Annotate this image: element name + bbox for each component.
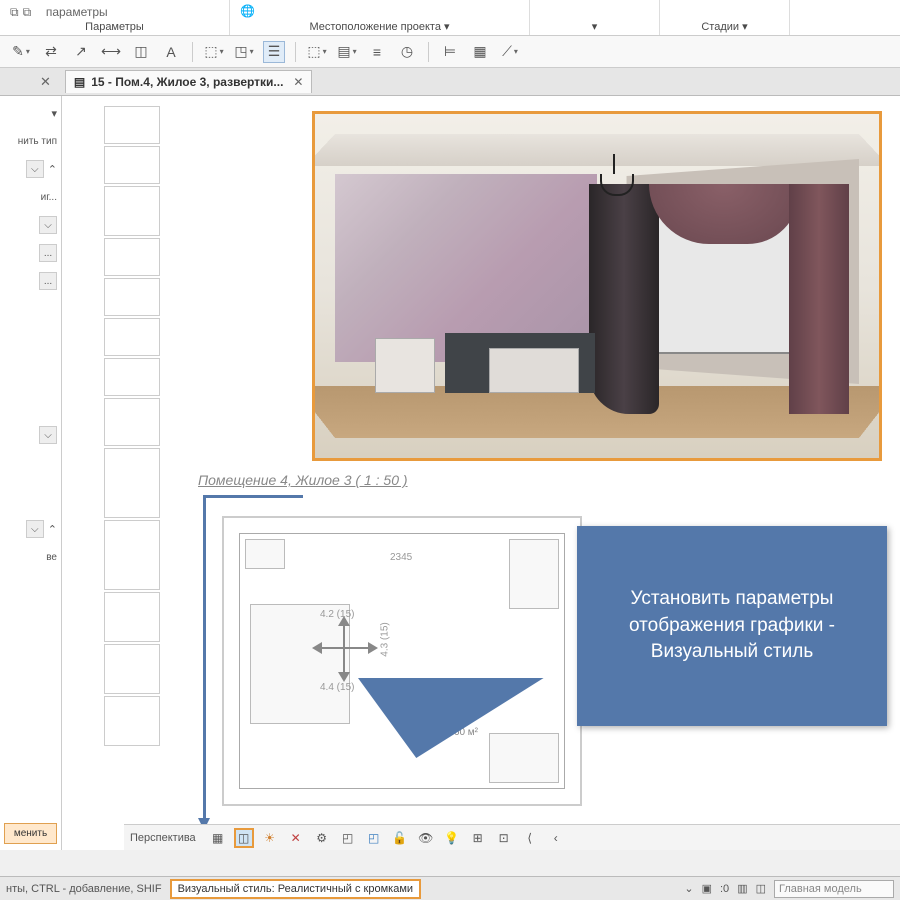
shadows-icon[interactable]: ✕ (286, 828, 306, 848)
ribbon-group-parameters: ⧉ ⧉ параметры Параметры (0, 0, 230, 35)
align-icon[interactable]: ⊨ (439, 41, 461, 63)
crop-region-icon[interactable]: ◰ (364, 828, 384, 848)
dim-2: 4.3 (15) (380, 622, 391, 656)
ribbon-label-location: Местоположение проекта ▾ (240, 18, 519, 33)
dim-1: 4.2 (15) (320, 609, 354, 620)
sheet-icon: ▤ (74, 75, 85, 89)
dropdown-arrow-icon[interactable]: ⌄ (684, 882, 693, 895)
ribbon-subtext: параметры (46, 5, 108, 19)
render-settings-icon[interactable]: ⚙ (312, 828, 332, 848)
expand-btn-2[interactable]: ⌵ (39, 216, 57, 234)
sun-path-icon[interactable]: ☀ (260, 828, 280, 848)
ribbon-group-location: 🌐 Местоположение проекта ▾ (230, 0, 530, 35)
document-tabs: ✕ ▤ 15 - Пом.4, Жилое 3, развертки... ✕ (0, 68, 900, 96)
active-tab[interactable]: ▤ 15 - Пом.4, Жилое 3, развертки... ✕ (65, 70, 313, 93)
modify-icon[interactable]: ✎ (10, 41, 32, 63)
apply-button[interactable]: менить (4, 823, 57, 844)
properties-icon[interactable]: ☰ (263, 41, 285, 63)
paste-icon[interactable]: ⧉ (23, 5, 32, 20)
expand-btn-3[interactable]: ... (39, 244, 57, 262)
temp-hide-icon[interactable]: 👁 (416, 828, 436, 848)
model-group-icon[interactable]: ◫ (756, 882, 766, 895)
crop-icon[interactable]: ◰ (338, 828, 358, 848)
quick-toolbar: ✎ ⇄ ↗ ⟷ ◫ A ⬚ ◳ ☰ ⬚ ▤ ≡ ◷ ⊨ ▦ ⟋ (0, 36, 900, 68)
reveal-icon[interactable]: 💡 (442, 828, 462, 848)
filter-status-icon[interactable]: ▥ (737, 882, 747, 895)
copy-icon[interactable]: ⧉ (10, 5, 19, 20)
status-bar: нты, CTRL - добавление, SHIF Визуальный … (0, 876, 900, 900)
workspace: ▾ нить тип ⌵⌃ иг... ⌵ ... ... ⌵ ⌵⌃ ве ме… (0, 96, 900, 850)
chain-icon[interactable]: ⇄ (40, 41, 62, 63)
panel-dropdown[interactable]: ▾ (4, 102, 57, 124)
view-caption: Помещение 4, Жилое 3 ( 1 : 50 ) (198, 472, 408, 488)
show-hidden-icon[interactable]: ◷ (396, 41, 418, 63)
config-row[interactable]: иг... (4, 186, 57, 208)
edit-type-link[interactable]: нить тип (4, 130, 57, 152)
dimension-icon[interactable]: ⟷ (100, 41, 122, 63)
text-icon[interactable]: A (160, 41, 182, 63)
ribbon-group-phases: Стадии ▾ (660, 0, 790, 35)
ribbon-label-phases: Стадии ▾ (670, 18, 779, 33)
annotation-callout: Установить параметры отображения графики… (577, 526, 887, 726)
callout-text: Установить параметры отображения графики… (597, 586, 867, 666)
annotation-arrow-h (203, 495, 303, 498)
select-icon[interactable]: ⬚ (306, 41, 328, 63)
scroll-left-icon[interactable]: ‹ (546, 828, 566, 848)
expand-btn-1[interactable]: ⌵ (26, 160, 44, 178)
expand-btn-5[interactable]: ⌵ (39, 426, 57, 444)
ribbon-group-middle: ▾ (530, 0, 660, 35)
graphic-display-icon[interactable]: ▦ (208, 828, 228, 848)
visual-style-icon[interactable]: ◫ (234, 828, 254, 848)
expand-btn-4[interactable]: ... (39, 272, 57, 290)
thin-lines-icon[interactable]: ≡ (366, 41, 388, 63)
render-preview (312, 111, 882, 461)
ribbon: ⧉ ⧉ параметры Параметры 🌐 Местоположение… (0, 0, 900, 36)
select-mode-icon[interactable]: ▣ (702, 882, 712, 895)
view-mode-label: Перспектива (130, 832, 196, 844)
close-tab-icon[interactable]: ✕ (293, 75, 303, 89)
drawing-canvas[interactable]: Помещение 4, Жилое 3 ( 1 : 50 ) 2345 4.2… (62, 96, 900, 850)
sheet-grid-strip (104, 106, 160, 806)
model-name-field[interactable] (774, 880, 894, 898)
measure-icon[interactable]: ⟋ (499, 41, 521, 63)
box-icon[interactable]: ⬚ (203, 41, 225, 63)
reveal-constraints-icon[interactable]: ⊡ (494, 828, 514, 848)
worksharing-icon[interactable]: ⊞ (468, 828, 488, 848)
properties-panel: ▾ нить тип ⌵⌃ иг... ⌵ ... ... ⌵ ⌵⌃ ве ме… (0, 96, 62, 850)
chandelier-icon (595, 154, 635, 204)
cube-icon[interactable]: ◳ (233, 41, 255, 63)
crop-extents-icon[interactable]: ⟨ (520, 828, 540, 848)
move-cross-icon (320, 624, 370, 674)
ve-row: ве (4, 546, 57, 568)
pattern-icon[interactable]: ▦ (469, 41, 491, 63)
unlock-icon[interactable]: 🔓 (390, 828, 410, 848)
leader-icon[interactable]: ↗ (70, 41, 92, 63)
tab-title: 15 - Пом.4, Жилое 3, развертки... (91, 75, 283, 89)
ribbon-label-parameters: Параметры (10, 19, 219, 33)
close-left-tab[interactable]: ✕ (40, 74, 51, 90)
dim-top: 2345 (390, 552, 412, 563)
tag-icon[interactable]: ◫ (130, 41, 152, 63)
scale-value: :0 (720, 883, 729, 895)
expand-btn-6[interactable]: ⌵ (26, 520, 44, 538)
visual-style-tooltip: Визуальный стиль: Реалистичный с кромкам… (170, 879, 421, 899)
floor-plan: 2345 4.2 (15) 4.3 (15) 4.4 (15) 4 13.60 … (222, 516, 582, 806)
annotation-arrow (203, 496, 206, 828)
globe-icon[interactable]: 🌐 (240, 4, 255, 18)
filter-icon[interactable]: ▤ (336, 41, 358, 63)
status-hint: нты, CTRL - добавление, SHIF (6, 883, 162, 895)
view-control-bar: Перспектива ▦ ◫ ☀ ✕ ⚙ ◰ ◰ 🔓 👁 💡 ⊞ ⊡ ⟨ ‹ (124, 824, 900, 850)
